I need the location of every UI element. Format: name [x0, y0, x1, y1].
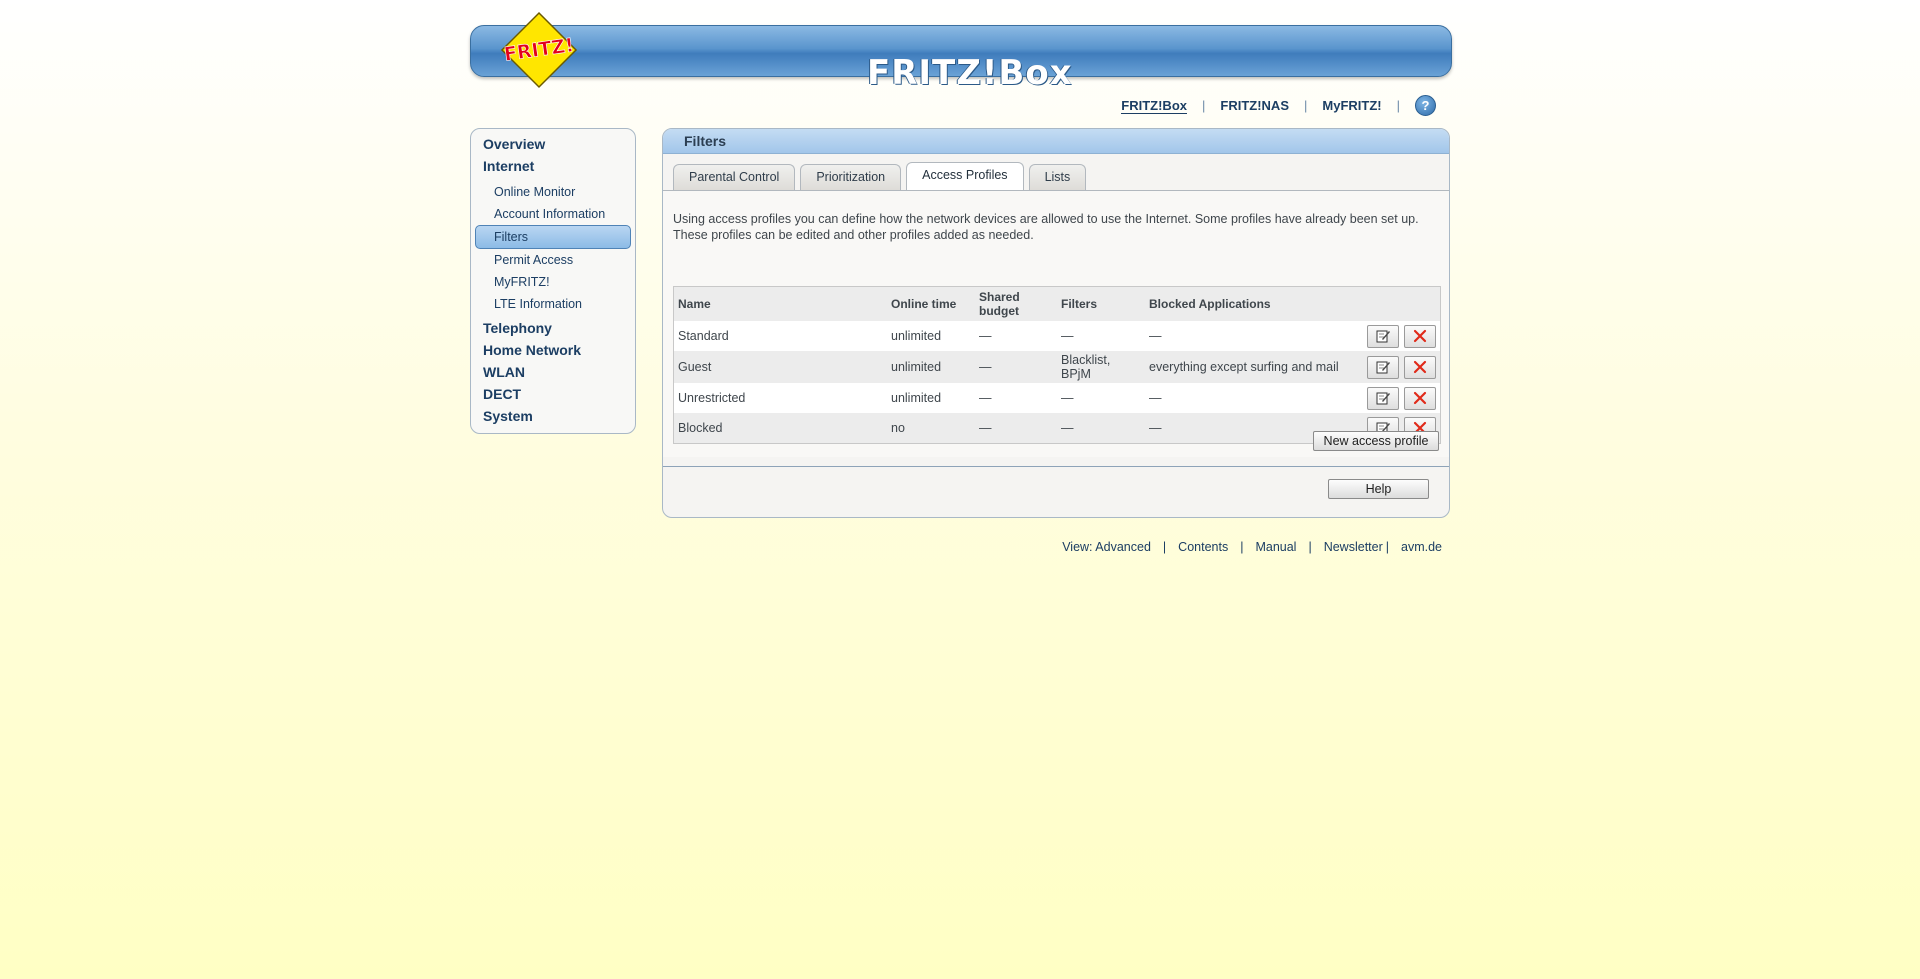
topnav-fritzbox-link[interactable]: FRITZ!Box	[1121, 98, 1187, 114]
edit-button[interactable]	[1367, 324, 1399, 348]
footer-view-advanced-link[interactable]: View: Advanced	[1062, 540, 1151, 554]
tab-content: Using access profiles you can define how…	[663, 191, 1449, 457]
table-row: Unrestricted unlimited — — —	[673, 383, 1441, 413]
table-header-row: Name Online time Shared budget Filters B…	[673, 286, 1441, 321]
cell-filters: Blacklist, BPjM	[1057, 351, 1145, 383]
cell-blocked-applications: —	[1145, 383, 1356, 413]
sidebar-item-telephony[interactable]: Telephony	[471, 317, 635, 339]
content-panel: Filters Using access profiles you can de…	[662, 128, 1450, 518]
intro-text: Using access profiles you can define how…	[673, 212, 1419, 242]
sidebar-item-dect[interactable]: DECT	[471, 383, 635, 405]
edit-button[interactable]	[1367, 386, 1399, 410]
sidebar-item-overview[interactable]: Overview	[471, 133, 635, 155]
sidebar-item-myfritz[interactable]: MyFRITZ!	[471, 271, 635, 293]
column-header-blocked-applications: Blocked Applications	[1145, 286, 1356, 321]
cell-online-time: no	[887, 413, 975, 444]
cell-shared-budget: —	[975, 351, 1057, 383]
header-banner: FRITZ!Box	[470, 25, 1452, 93]
sidebar-item-home-network[interactable]: Home Network	[471, 339, 635, 361]
cell-blocked-applications: —	[1145, 321, 1356, 351]
cell-blocked-applications: everything except surfing and mail	[1145, 351, 1356, 383]
help-button[interactable]: Help	[1328, 479, 1429, 499]
column-header-name: Name	[673, 286, 887, 321]
footer-contents-link[interactable]: Contents	[1178, 540, 1228, 554]
column-header-filters: Filters	[1057, 286, 1145, 321]
topnav-fritznas-link[interactable]: FRITZ!NAS	[1220, 98, 1289, 113]
delete-button[interactable]	[1404, 355, 1436, 379]
footer-newsletter-link[interactable]: Newsletter	[1324, 540, 1383, 554]
cell-filters: —	[1057, 413, 1145, 444]
sidebar-item-internet[interactable]: Internet	[471, 155, 635, 177]
sidebar-item-lte-information[interactable]: LTE Information	[471, 293, 635, 315]
fritz-logo[interactable]: FRITZ!	[500, 11, 578, 89]
delete-button[interactable]	[1404, 324, 1436, 348]
cell-name: Guest	[673, 351, 887, 383]
tab-lists[interactable]: Lists	[1028, 164, 1087, 190]
sidebar-item-system[interactable]: System	[471, 405, 635, 427]
delete-button[interactable]	[1404, 386, 1436, 410]
tab-access-profiles[interactable]: Access Profiles	[906, 162, 1024, 190]
footer-avm-link[interactable]: avm.de	[1401, 540, 1442, 554]
cell-online-time: unlimited	[887, 351, 975, 383]
sidebar-item-wlan[interactable]: WLAN	[471, 361, 635, 383]
cell-name: Standard	[673, 321, 887, 351]
access-profiles-table: Name Online time Shared budget Filters B…	[673, 286, 1441, 444]
footer-manual-link[interactable]: Manual	[1255, 540, 1296, 554]
top-navigation: FRITZ!Box | FRITZ!NAS | MyFRITZ! | ?	[1121, 95, 1436, 116]
sidebar-item-filters[interactable]: Filters	[475, 225, 631, 249]
page-title: Filters	[663, 129, 1449, 154]
tab-parental-control[interactable]: Parental Control	[673, 164, 796, 190]
cell-name: Blocked	[673, 413, 887, 444]
cell-online-time: unlimited	[887, 321, 975, 351]
help-icon[interactable]: ?	[1415, 95, 1436, 116]
delete-icon	[1413, 361, 1427, 374]
cell-shared-budget: —	[975, 321, 1057, 351]
delete-icon	[1413, 392, 1427, 405]
sidebar-item-online-monitor[interactable]: Online Monitor	[471, 181, 635, 203]
cell-filters: —	[1057, 321, 1145, 351]
topnav-myfritz-link[interactable]: MyFRITZ!	[1322, 98, 1381, 113]
cell-online-time: unlimited	[887, 383, 975, 413]
table-row: Standard unlimited — — —	[673, 321, 1441, 351]
edit-button[interactable]	[1367, 355, 1399, 379]
edit-icon	[1376, 392, 1390, 405]
cell-name: Unrestricted	[673, 383, 887, 413]
column-header-online-time: Online time	[887, 286, 975, 321]
column-header-shared-budget: Shared budget	[975, 286, 1057, 321]
cell-shared-budget: —	[975, 413, 1057, 444]
sidebar-item-permit-access[interactable]: Permit Access	[471, 249, 635, 271]
footer-links: View: Advanced | Contents | Manual | New…	[1062, 540, 1442, 554]
tab-prioritization[interactable]: Prioritization	[800, 164, 902, 190]
cell-shared-budget: —	[975, 383, 1057, 413]
brand-title: FRITZ!Box	[867, 53, 1073, 93]
tab-bar: Parental Control Prioritization Access P…	[673, 162, 1091, 190]
sidebar-menu: Overview Internet Online Monitor Account…	[470, 128, 636, 434]
sidebar-item-account-information[interactable]: Account Information	[471, 203, 635, 225]
delete-icon	[1413, 330, 1427, 343]
edit-icon	[1376, 330, 1390, 343]
cell-filters: —	[1057, 383, 1145, 413]
table-row: Guest unlimited — Blacklist, BPjM everyt…	[673, 351, 1441, 383]
new-access-profile-button[interactable]: New access profile	[1313, 431, 1439, 451]
edit-icon	[1376, 361, 1390, 374]
